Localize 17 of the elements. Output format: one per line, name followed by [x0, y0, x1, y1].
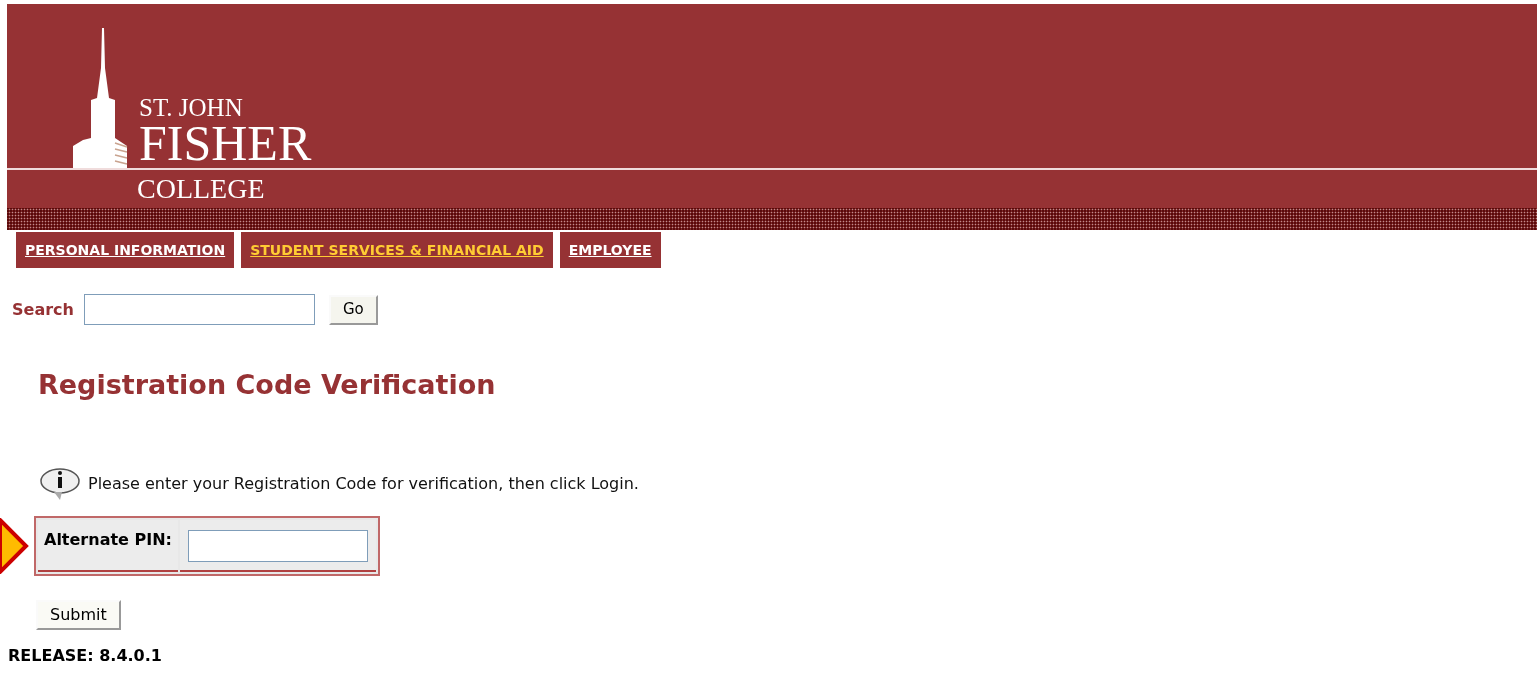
release-text: RELEASE: 8.4.0.1 [8, 644, 163, 667]
logo-text: FISHER [139, 120, 312, 166]
logo-text: COLLEGE [137, 175, 265, 203]
search-label: Search [12, 298, 74, 321]
submit-button[interactable]: Submit [36, 599, 121, 630]
go-button[interactable]: Go [328, 294, 378, 325]
info-message: Please enter your Registration Code for verification, then click Login. [88, 472, 639, 495]
search-field[interactable] [83, 294, 315, 325]
nav-tab[interactable]: PERSONAL INFORMATION [16, 232, 235, 268]
info-icon [38, 465, 82, 502]
nav-tab[interactable]: STUDENT SERVICES & FINANCIAL AID [241, 232, 553, 268]
pin-field[interactable] [188, 529, 368, 562]
field-label: Alternate PIN: [38, 519, 178, 572]
page-title: Registration Code Verification [38, 368, 497, 402]
nav-tab[interactable]: EMPLOYEE [559, 232, 661, 268]
logo-text: ST. JOHN [139, 95, 244, 120]
arrow-icon [0, 517, 30, 574]
